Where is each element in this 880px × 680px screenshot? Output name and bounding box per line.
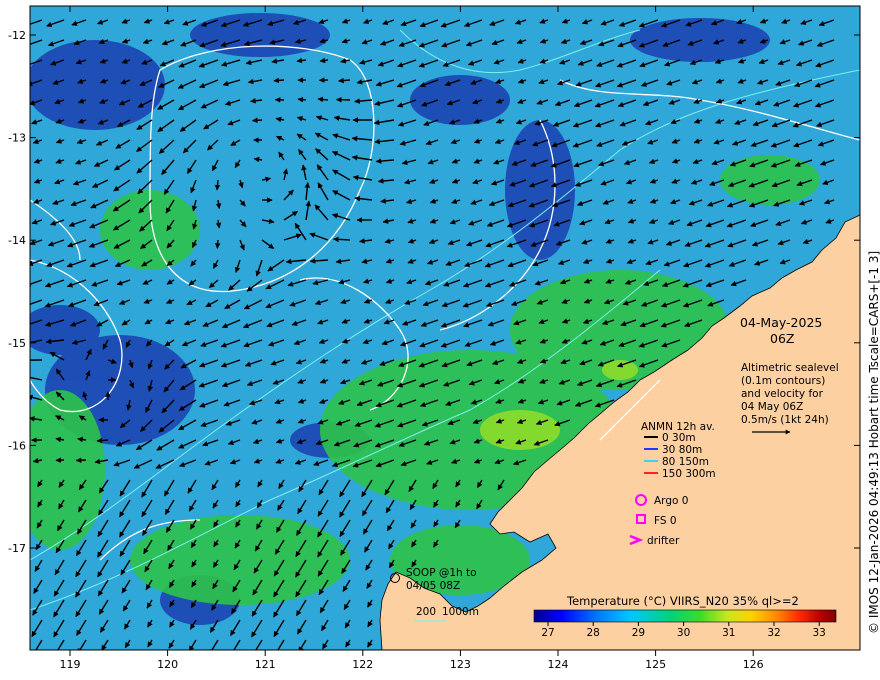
velocity-arrow — [251, 117, 263, 124]
soop-line-1: SOOP @1h to — [406, 567, 477, 579]
colorbar-tick-label: 33 — [813, 627, 826, 639]
colorbar-tick-label: 32 — [767, 627, 780, 639]
anmn-item-0: 0 30m — [662, 432, 696, 444]
colorbar-title: Temperature (°C) VIIRS_N20 35% ql>=2 — [566, 594, 799, 608]
colorbar-tick-label: 28 — [587, 627, 600, 639]
hour-text: 06Z — [770, 331, 794, 346]
colorbar-tick-label: 29 — [632, 627, 645, 639]
x-tick-label: 121 — [255, 658, 276, 671]
map-plot-area — [30, 6, 860, 650]
velocity-arrow — [75, 457, 87, 464]
x-tick-label: 125 — [645, 658, 666, 671]
colorbar-tick-label: 27 — [541, 627, 554, 639]
depth-200: 200 — [416, 606, 436, 618]
ocean-map-figure: 119 120 121 122 123 124 125 126 -12 -13 -14 -15 -16… — [8, 5, 880, 671]
x-tick-label: 124 — [548, 658, 569, 671]
y-tick-label: -15 — [8, 337, 26, 350]
depth-1000: 1000m — [442, 606, 479, 618]
desc-line-4: 04 May 06Z — [741, 401, 803, 413]
date-text: 04-May-2025 — [740, 315, 822, 330]
y-tick-label: -16 — [8, 439, 26, 452]
y-tick-label: -13 — [8, 132, 26, 145]
x-tick-label: 123 — [450, 658, 471, 671]
velocity-arrow — [338, 77, 351, 84]
velocity-arrow — [273, 77, 285, 84]
anmn-item-3: 150 300m — [662, 468, 716, 480]
soop-line-2: 04/05 08Z — [406, 580, 460, 592]
desc-line-2: (0.1m contours) — [741, 375, 825, 387]
colorbar-tick-label: 30 — [677, 627, 690, 639]
drifter-label: drifter — [647, 535, 680, 547]
x-tick-label: 126 — [743, 658, 764, 671]
anmn-item-1: 30 80m — [662, 444, 702, 456]
colorbar-scale — [533, 609, 837, 623]
anmn-item-2: 80 150m — [662, 456, 709, 468]
x-tick-label: 119 — [60, 658, 81, 671]
velocity-arrow — [214, 239, 221, 249]
colorbar-tick-label: 31 — [722, 627, 735, 639]
velocity-arrow — [96, 437, 109, 444]
velocity-arrow — [333, 236, 351, 243]
velocity-arrow — [214, 179, 221, 191]
velocity-arrow — [297, 96, 307, 103]
desc-line-3: and velocity for — [741, 388, 824, 400]
fs-label: FS 0 — [654, 515, 677, 527]
y-tick-label: -17 — [8, 542, 26, 555]
desc-line-5: 0.5m/s (1kt 24h) — [741, 414, 829, 426]
x-tick-label: 122 — [352, 658, 373, 671]
y-tick-label: -12 — [8, 29, 26, 42]
desc-line-1: Altimetric sealevel — [741, 362, 839, 374]
side-caption: © IMOS 12-Jan-2026 04:49:13 Hobart time … — [867, 251, 880, 634]
y-tick-label: -14 — [8, 234, 26, 247]
x-tick-label: 120 — [157, 658, 178, 671]
argo-label: Argo 0 — [654, 495, 688, 507]
